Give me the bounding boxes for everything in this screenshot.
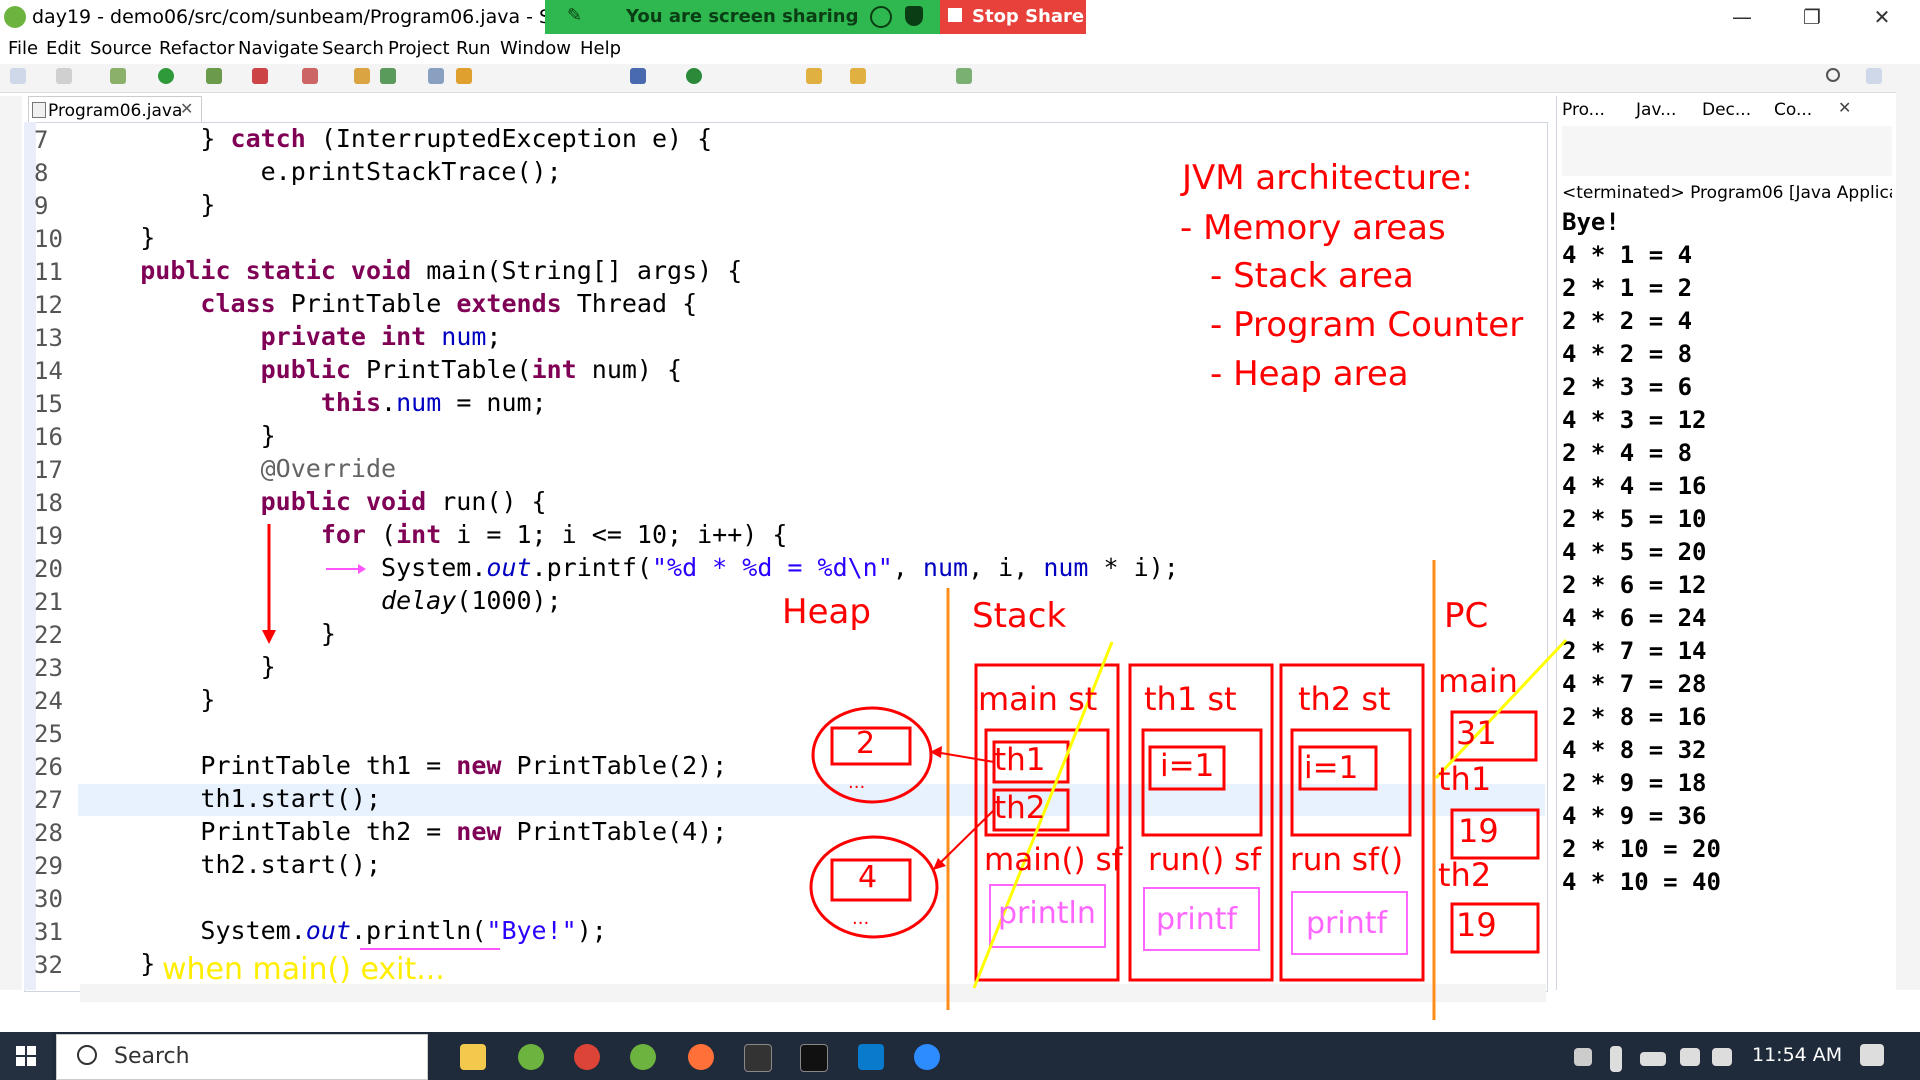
pc-label: PC: [1444, 596, 1489, 636]
th2-stack-label: th2 st: [1298, 680, 1391, 718]
notification-icon[interactable]: [1860, 1044, 1884, 1066]
pc-main-label: main: [1438, 662, 1518, 700]
start-button[interactable]: [0, 1032, 52, 1080]
battery-icon[interactable]: [1640, 1052, 1666, 1066]
vscode-icon[interactable]: [858, 1044, 884, 1070]
stack-area-label: - Stack area: [1210, 256, 1414, 296]
microphone-icon[interactable]: [1610, 1046, 1622, 1072]
taskbar-search[interactable]: [56, 1034, 428, 1080]
chrome-icon[interactable]: [574, 1044, 600, 1070]
run-sf-label-2: run sf(): [1290, 842, 1404, 878]
heap-area-label: - Heap area: [1210, 354, 1409, 394]
th1-stack-label: th1 st: [1144, 680, 1237, 718]
heap-label: Heap: [782, 592, 871, 632]
spring-tool-2-icon[interactable]: [630, 1044, 656, 1070]
zoom-icon[interactable]: [914, 1044, 940, 1070]
firefox-icon[interactable]: [688, 1044, 714, 1070]
th2-ref-label: th2: [994, 790, 1046, 826]
th2-local-var: i=1: [1304, 750, 1359, 786]
printf-frame-1: printf: [1156, 902, 1238, 937]
println-frame: println: [998, 896, 1096, 931]
stack-label: Stack: [972, 596, 1067, 636]
spring-tool-taskbar-icon[interactable]: [518, 1044, 544, 1070]
taskbar-search-label: Search: [114, 1044, 190, 1069]
th1-local-var: i=1: [1160, 748, 1215, 784]
search-icon: [77, 1045, 97, 1065]
pc-th1-label: th1: [1438, 760, 1492, 798]
file-explorer-icon[interactable]: [460, 1044, 486, 1070]
terminal-icon[interactable]: [744, 1044, 772, 1072]
heap-object-2: 2: [856, 726, 876, 761]
tray-chevron-icon[interactable]: [1574, 1048, 1592, 1066]
pc-main-value: 31: [1456, 714, 1497, 752]
jvm-title: JVM architecture:: [1182, 158, 1473, 198]
printf-frame-2: printf: [1306, 906, 1388, 941]
heap-dots-2: ...: [852, 908, 870, 929]
main-stack-label: main st: [978, 680, 1098, 718]
taskbar-clock: 11:54 AM: [1752, 1044, 1843, 1066]
heap-object-4: 4: [858, 860, 878, 895]
heap-dots-1: ...: [848, 772, 866, 793]
run-sf-label: run() sf: [1148, 842, 1262, 878]
program-counter-label: - Program Counter: [1210, 305, 1524, 345]
memory-areas-label: - Memory areas: [1180, 208, 1446, 248]
th1-ref-label: th1: [994, 742, 1046, 778]
pc-th2-label: th2: [1438, 856, 1492, 894]
when-main-exit-note: when main() exit...: [162, 952, 445, 987]
screen-icon[interactable]: [800, 1044, 828, 1072]
wifi-icon[interactable]: [1680, 1048, 1700, 1066]
annotation-overlay: [262, 524, 1568, 1020]
pc-th2-value: 19: [1456, 906, 1497, 944]
main-sf-label: main() sf: [984, 842, 1123, 878]
pc-th1-value: 19: [1458, 812, 1499, 850]
volume-icon[interactable]: [1712, 1048, 1732, 1066]
